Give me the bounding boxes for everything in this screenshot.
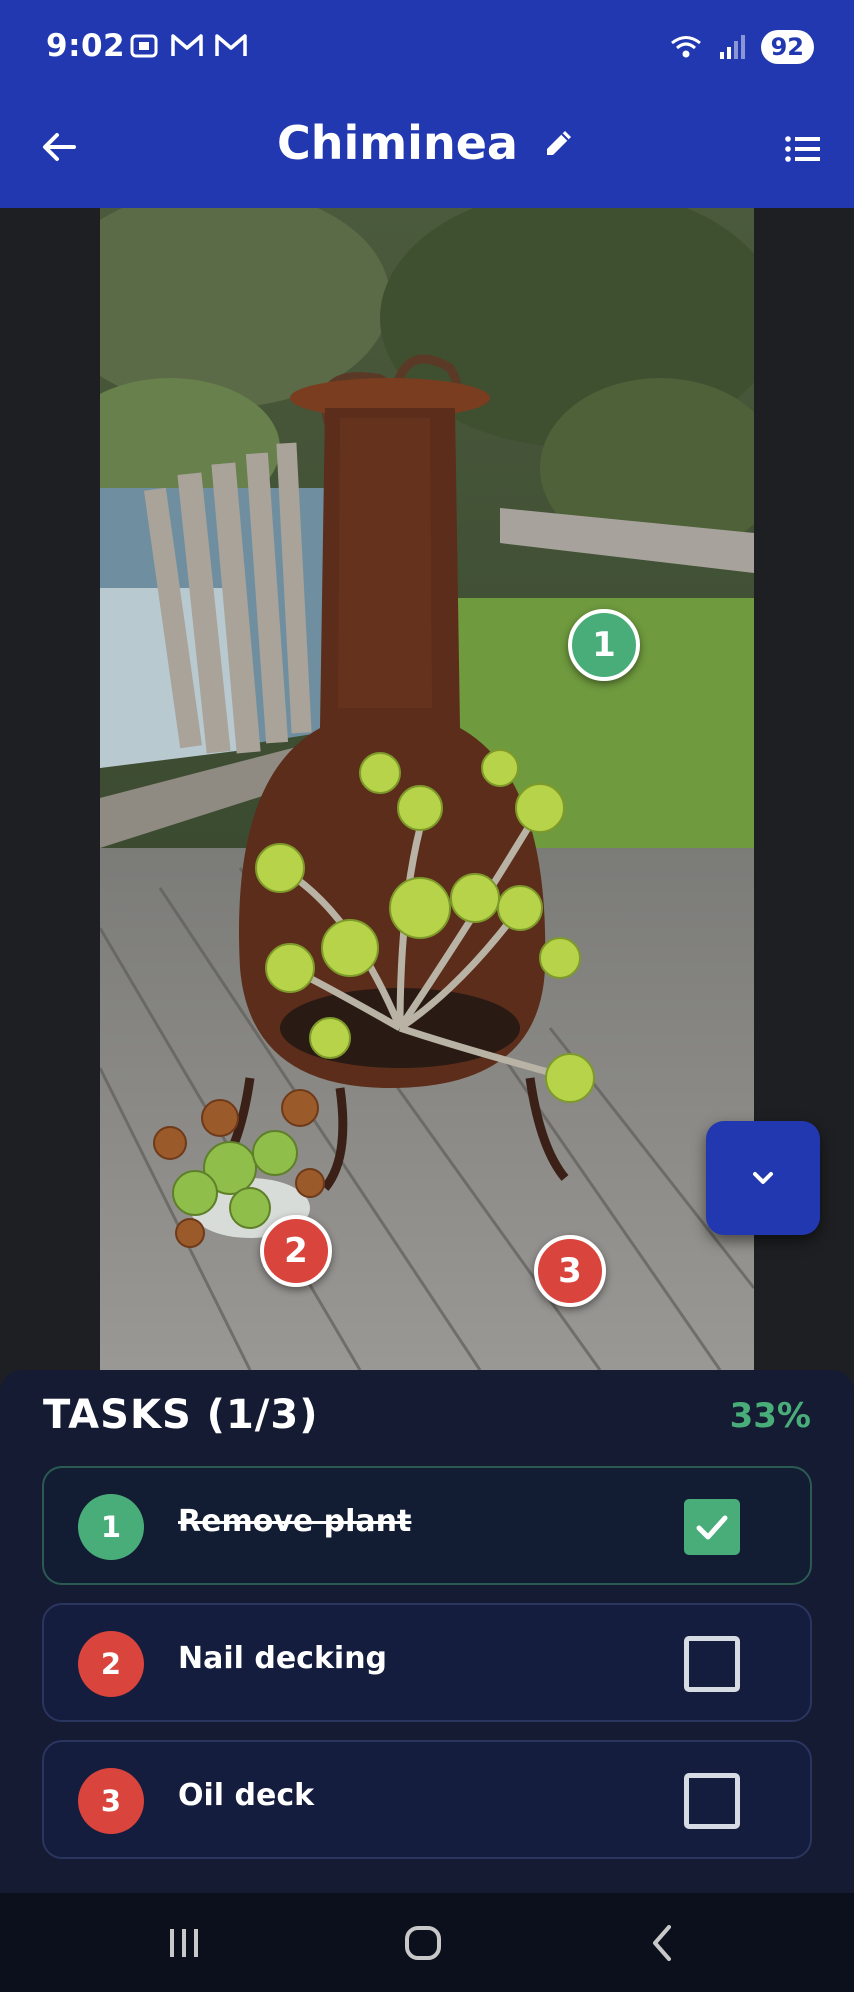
app-bar: Chiminea — [0, 96, 854, 208]
task-item-oil-deck[interactable]: 3 Oil deck — [42, 1740, 812, 1859]
photo-marker-2-number: 2 — [284, 1231, 308, 1271]
battery-indicator: 92 — [760, 30, 814, 64]
status-notification-icons — [128, 30, 248, 62]
task-number-badge: 3 — [78, 1768, 144, 1834]
status-bar: 9:02 92 — [0, 0, 854, 96]
list-icon[interactable] — [780, 126, 826, 172]
page-title: Chiminea — [276, 116, 518, 170]
tasks-progress-percent: 33% — [729, 1396, 811, 1436]
screenshot-icon — [130, 34, 158, 58]
task-label: Oil deck — [178, 1778, 315, 1813]
status-system-icons: 92 — [669, 30, 814, 64]
pencil-icon[interactable] — [541, 125, 577, 161]
checkmark-icon — [696, 1515, 728, 1540]
task-photo[interactable]: 1 2 3 — [100, 208, 754, 1370]
home-icon[interactable] — [401, 1921, 445, 1965]
task-item-remove-plant[interactable]: 1 Remove plant — [42, 1466, 812, 1585]
photo-marker-3-number: 3 — [558, 1251, 582, 1291]
photo-marker-1[interactable]: 1 — [568, 609, 640, 681]
task-checkbox[interactable] — [684, 1499, 740, 1555]
chevron-down-icon — [753, 1172, 773, 1184]
chiminea-photo-illustration — [100, 208, 754, 1370]
title-wrap: Chiminea — [0, 116, 854, 170]
photo-marker-1-number: 1 — [592, 625, 616, 665]
recent-apps-icon[interactable] — [162, 1921, 206, 1965]
task-number-badge: 2 — [78, 1631, 144, 1697]
tasks-heading: TASKS (1/3) — [43, 1392, 319, 1438]
task-checkbox[interactable] — [684, 1773, 740, 1829]
status-time: 9:02 — [46, 28, 126, 64]
photo-marker-2[interactable]: 2 — [260, 1215, 332, 1287]
wifi-icon — [670, 36, 701, 58]
gmail-icon — [171, 34, 203, 56]
photo-marker-3[interactable]: 3 — [534, 1235, 606, 1307]
collapse-panel-button[interactable] — [706, 1121, 820, 1235]
task-checkbox[interactable] — [684, 1636, 740, 1692]
gmail-icon — [215, 34, 247, 56]
tasks-panel: TASKS (1/3) 33% 1 Remove plant 2 Nail de… — [0, 1370, 854, 1893]
task-number-badge: 1 — [78, 1494, 144, 1560]
system-nav-bar — [0, 1893, 854, 1992]
signal-icon — [719, 35, 745, 59]
task-label: Remove plant — [178, 1504, 412, 1539]
task-label: Nail decking — [178, 1641, 388, 1676]
task-item-nail-decking[interactable]: 2 Nail decking — [42, 1603, 812, 1722]
back-nav-icon[interactable] — [641, 1921, 685, 1965]
